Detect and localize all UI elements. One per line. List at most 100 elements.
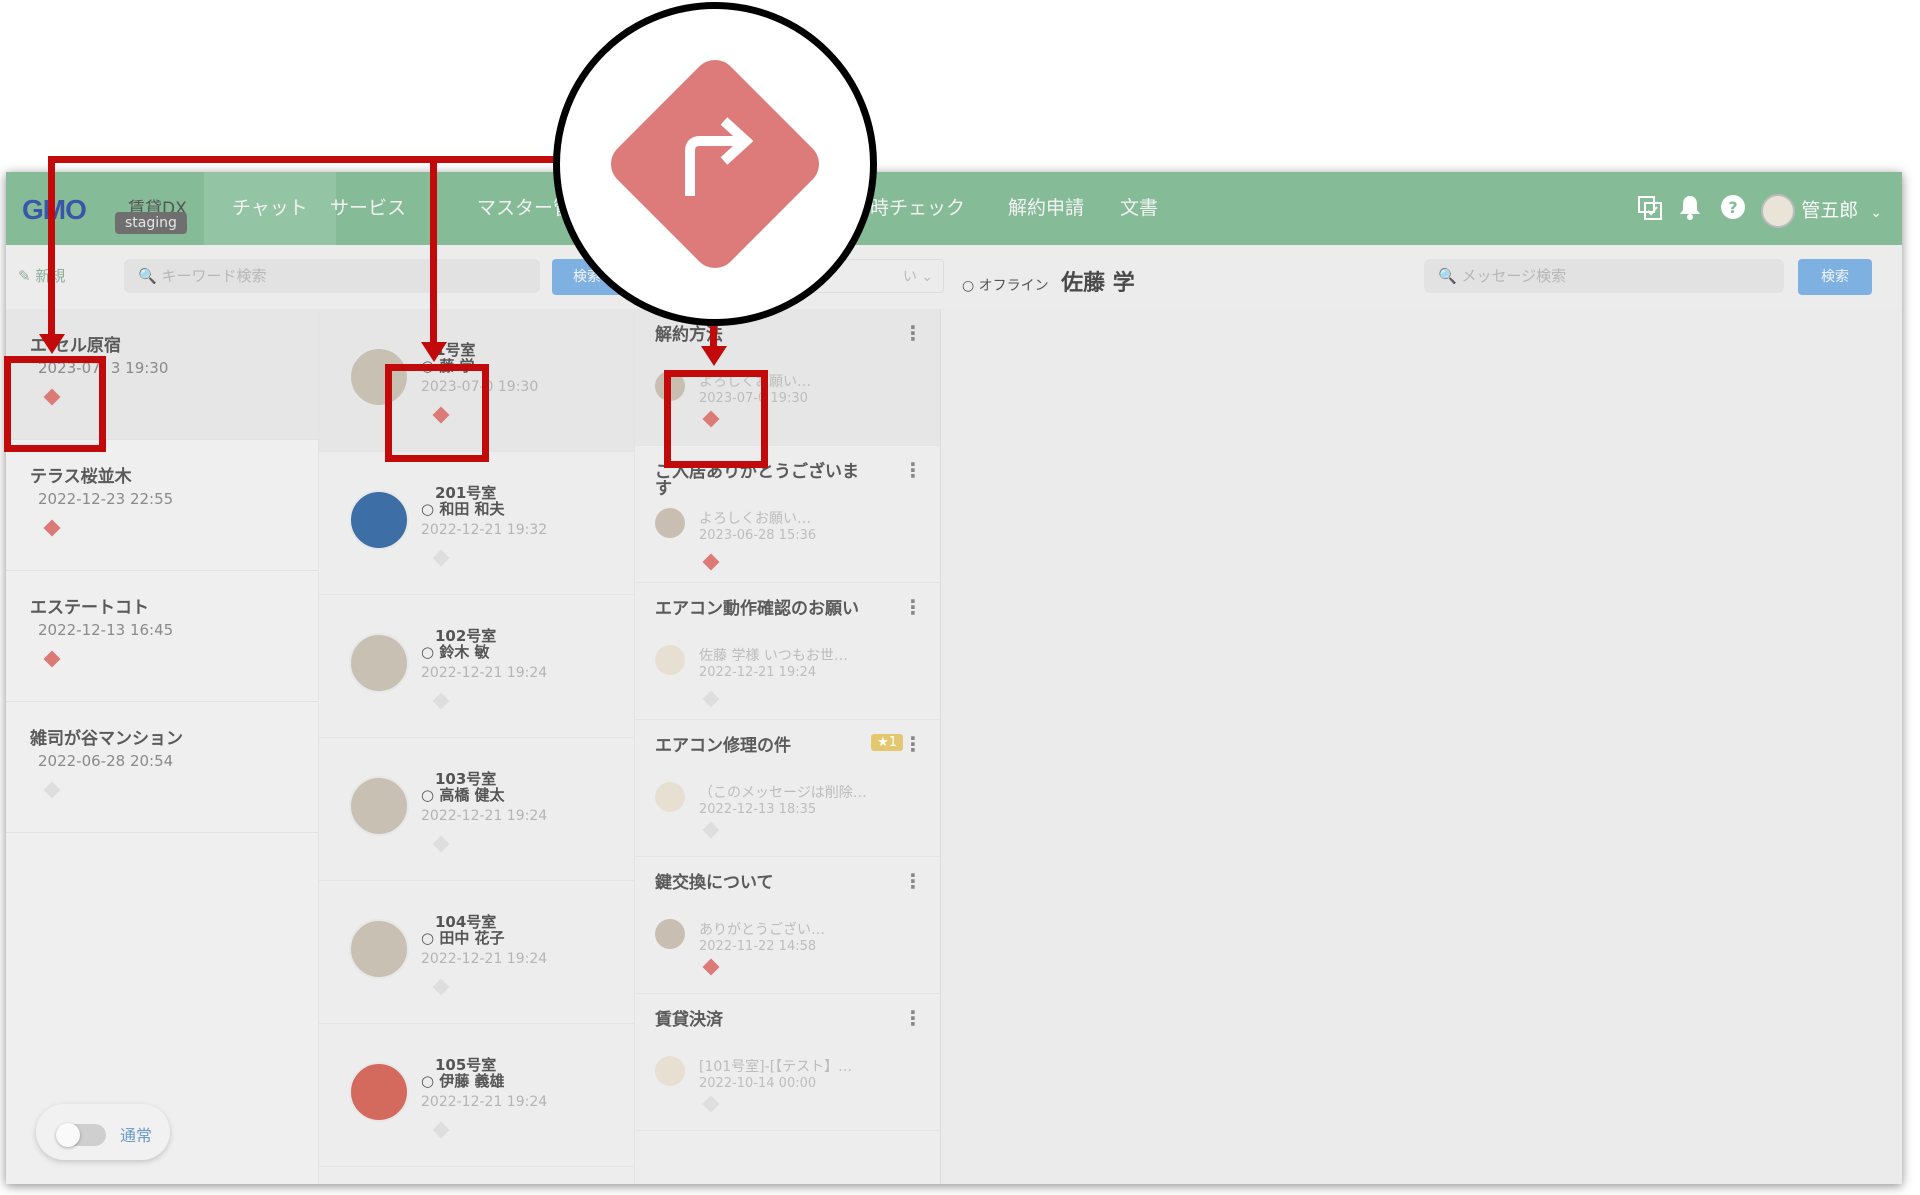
zoom-callout: [553, 2, 877, 326]
room-date: 2022-12-21 19:24: [421, 951, 548, 967]
room-date: 2022-12-21 19:24: [421, 665, 548, 681]
search-icon: 🔍: [1438, 267, 1457, 285]
user-avatar: [1761, 194, 1796, 228]
list-item[interactable]: エステートコト 2022-12-13 16:45: [6, 571, 318, 702]
thread-title: ご入居ありがとうございます: [655, 462, 859, 499]
chevron-down-icon: ⌄: [921, 269, 933, 285]
more-vertical-icon[interactable]: ⋮: [903, 732, 923, 756]
sender-avatar: [655, 508, 685, 538]
room-date: 2022-12-21 19:24: [421, 1094, 548, 1110]
table-row[interactable]: 103号室 ○ 高橋 健太 2022-12-21 19:24: [319, 738, 635, 881]
flag-icon: [702, 821, 720, 839]
property-name: テラス桜並木: [30, 467, 132, 487]
list-item[interactable]: テラス桜並木 2022-12-23 22:55: [6, 440, 318, 571]
flag-icon: [702, 1095, 720, 1113]
sender-avatar: [655, 1056, 685, 1086]
more-vertical-icon[interactable]: ⋮: [903, 595, 923, 619]
callout-connector: [48, 156, 556, 163]
tenant-avatar: [349, 919, 409, 979]
message-search-input[interactable]: 🔍 メッセージ検索: [1424, 259, 1784, 293]
flag-icon: [702, 958, 720, 976]
thread-preview: よろしくお願い…: [699, 511, 811, 527]
list-item[interactable]: 鍵交換について ありがとうござい… 2022-11-22 14:58 ⋮: [635, 857, 941, 994]
keyword-search-input[interactable]: 🔍 キーワード検索: [124, 259, 540, 293]
flag-icon: [43, 781, 61, 799]
callout-arrowhead: [421, 342, 447, 362]
table-row[interactable]: 105号室 ○ 伊藤 義雄 2022-12-21 19:24: [319, 1024, 635, 1167]
user-menu[interactable]: 管五郎 ⌄: [1761, 194, 1882, 228]
thread-title: エアコン修理の件: [655, 736, 791, 756]
property-date: 2022-12-23 22:55: [38, 490, 174, 508]
thread-title: エアコン動作確認のお願い: [655, 599, 859, 619]
mode-toggle[interactable]: 通常: [36, 1104, 170, 1160]
flag-icon: [702, 690, 720, 708]
thread-preview: 佐藤 学様 いつもお世…: [699, 648, 848, 664]
nav-service[interactable]: サービス: [302, 172, 434, 245]
property-name: 雑司が谷マンション: [30, 729, 183, 749]
tenant-name: ○ 高橋 健太: [421, 786, 505, 804]
property-date: 2022-12-13 16:45: [38, 621, 174, 639]
thread-date: 2022-12-21 19:24: [699, 665, 817, 680]
list-item[interactable]: 雑司が谷マンション 2022-06-28 20:54: [6, 702, 318, 833]
highlight-box: [664, 370, 768, 468]
flag-icon: [43, 519, 61, 537]
sender-avatar: [655, 919, 685, 949]
thread-preview: ありがとうござい…: [699, 922, 825, 938]
message-search-placeholder: メッセージ検索: [1461, 267, 1567, 285]
tenant-name-text: 伊藤 義雄: [439, 1072, 505, 1090]
thread-title: 解約方法: [655, 325, 723, 345]
flag-icon: [432, 1121, 450, 1139]
more-vertical-icon[interactable]: ⋮: [903, 321, 923, 345]
table-row[interactable]: 102号室 ○ 鈴木 敏 2022-12-21 19:24: [319, 595, 635, 738]
highlight-box: [385, 364, 489, 462]
tenant-name-text: 高橋 健太: [439, 786, 505, 804]
turn-right-arrow-icon: [685, 117, 754, 196]
tenant-name-text: 鈴木 敏: [439, 643, 490, 661]
list-item[interactable]: 賃貸決済 [101号室]-[【テスト】… 2022-10-14 00:00 ⋮: [635, 994, 941, 1131]
toggle-knob: [56, 1123, 80, 1147]
tenant-name: ○ 伊藤 義雄: [421, 1072, 505, 1090]
thread-date: 2022-11-22 14:58: [699, 939, 817, 954]
property-date: 2022-06-28 20:54: [38, 752, 174, 770]
thread-date: 2023-06-28 15:36: [699, 528, 817, 543]
new-button[interactable]: ✎ 新規: [18, 265, 65, 286]
chat-panel: [940, 309, 1902, 1184]
flag-icon: [432, 549, 450, 567]
tenant-avatar: [349, 1062, 409, 1122]
tenant-avatar: [349, 776, 409, 836]
flag-icon: [43, 650, 61, 668]
filter-dropdown-value: い: [902, 269, 917, 285]
sender-avatar: [655, 645, 685, 675]
keyword-search-placeholder: キーワード検索: [161, 267, 267, 285]
mode-toggle-label: 通常: [120, 1126, 153, 1145]
app-window: GMO 賃貸DX staging チャット サービス マスター管 時チェック 解…: [6, 172, 1902, 1184]
bell-icon[interactable]: [1678, 194, 1702, 226]
user-name: 管五郎: [1801, 199, 1859, 222]
table-row[interactable]: 201号室 ○ 和田 和夫 2022-12-21 19:32: [319, 452, 635, 595]
copy-check-icon[interactable]: [1636, 194, 1664, 228]
message-search-button[interactable]: 検索: [1798, 259, 1872, 295]
help-icon[interactable]: ?: [1720, 194, 1746, 226]
more-vertical-icon[interactable]: ⋮: [903, 869, 923, 893]
thread-date: 2022-10-14 00:00: [699, 1076, 817, 1091]
star-count-badge: ★1: [871, 734, 903, 751]
env-badge: staging: [115, 212, 187, 234]
svg-text:?: ?: [1728, 198, 1737, 217]
tenant-name-text: 田中 花子: [439, 929, 505, 947]
chat-status: ○ オフライン 佐藤 学: [962, 265, 1135, 297]
callout-connector: [48, 156, 55, 340]
thread-title: 鍵交換について: [655, 873, 774, 893]
room-date: 2022-12-21 19:32: [421, 522, 548, 538]
toggle-switch[interactable]: [56, 1123, 106, 1147]
list-item[interactable]: エアコン動作確認のお願い 佐藤 学様 いつもお世… 2022-12-21 19:…: [635, 583, 941, 720]
room-date: 2022-12-21 19:24: [421, 808, 548, 824]
table-row[interactable]: 104号室 ○ 田中 花子 2022-12-21 19:24: [319, 881, 635, 1024]
list-item[interactable]: エアコン修理の件 ★1 （このメッセージは削除… 2022-12-13 18:3…: [635, 720, 941, 857]
thread-title: 賃貸決済: [655, 1010, 723, 1030]
more-vertical-icon[interactable]: ⋮: [903, 458, 923, 482]
property-name: エステートコト: [30, 598, 149, 618]
status-text: オフライン: [978, 278, 1049, 294]
nav-documents[interactable]: 文書: [1092, 172, 1186, 245]
more-vertical-icon[interactable]: ⋮: [903, 1006, 923, 1030]
search-icon: 🔍: [138, 267, 157, 285]
